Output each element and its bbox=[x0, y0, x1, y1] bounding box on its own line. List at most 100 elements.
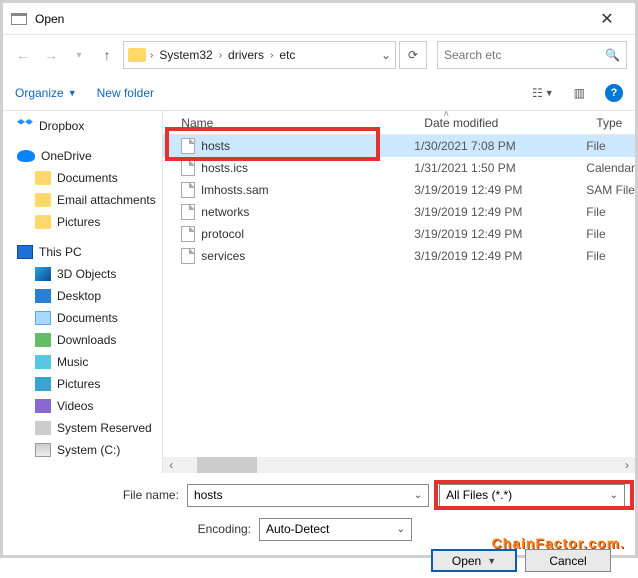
file-name: protocol bbox=[201, 227, 414, 241]
pc-icon bbox=[17, 245, 33, 259]
scroll-right-icon[interactable]: › bbox=[619, 458, 635, 472]
crumb-etc[interactable]: etc bbox=[277, 48, 297, 62]
tree-3d-objects[interactable]: 3D Objects bbox=[3, 263, 162, 285]
app-icon bbox=[11, 13, 27, 25]
drive-icon bbox=[35, 443, 51, 457]
close-button[interactable]: ✕ bbox=[587, 9, 627, 29]
col-name[interactable]: Name bbox=[163, 116, 416, 130]
recent-dropdown[interactable]: ▾ bbox=[67, 43, 91, 67]
file-name: hosts bbox=[201, 139, 414, 153]
file-name: networks bbox=[201, 205, 414, 219]
file-icon bbox=[181, 204, 195, 220]
crumb-system32[interactable]: System32 bbox=[157, 48, 214, 62]
file-rows: hosts1/30/2021 7:08 PMFilehosts.ics1/31/… bbox=[163, 135, 635, 267]
breadcrumb[interactable]: › System32 › drivers › etc ⌄ bbox=[123, 41, 396, 69]
tree-onedrive[interactable]: OneDrive bbox=[3, 145, 162, 167]
tree-dropbox[interactable]: Dropbox bbox=[3, 115, 162, 137]
back-button[interactable]: ← bbox=[11, 43, 35, 67]
preview-pane-button[interactable]: ▥ bbox=[574, 86, 585, 100]
open-button[interactable]: Open▼ bbox=[431, 549, 517, 572]
file-row[interactable]: services3/19/2019 12:49 PMFile bbox=[163, 245, 635, 267]
tree-system-c[interactable]: System (C:) bbox=[3, 439, 162, 461]
filter-value: All Files (*.*) bbox=[446, 488, 609, 502]
file-icon bbox=[181, 248, 195, 264]
file-row[interactable]: networks3/19/2019 12:49 PMFile bbox=[163, 201, 635, 223]
toolbar: Organize ▼ New folder ☷▼ ▥ ? bbox=[3, 75, 635, 111]
file-type: File bbox=[586, 227, 605, 241]
chevron-down-icon[interactable]: ⌄ bbox=[414, 490, 422, 501]
tree-desktop[interactable]: Desktop bbox=[3, 285, 162, 307]
tree-od-documents[interactable]: Documents bbox=[3, 167, 162, 189]
file-icon bbox=[181, 226, 195, 242]
scroll-thumb[interactable] bbox=[197, 457, 257, 473]
file-type-filter[interactable]: All Files (*.*) ⌄ bbox=[439, 484, 625, 507]
col-date[interactable]: Date modified bbox=[416, 116, 588, 130]
desktop-icon bbox=[35, 289, 51, 303]
onedrive-icon bbox=[17, 150, 35, 162]
chevron-icon[interactable]: › bbox=[219, 50, 222, 61]
file-date: 3/19/2019 12:49 PM bbox=[414, 205, 586, 219]
music-icon bbox=[35, 355, 51, 369]
tree-documents[interactable]: Documents bbox=[3, 307, 162, 329]
file-date: 3/19/2019 12:49 PM bbox=[414, 227, 586, 241]
tree-downloads[interactable]: Downloads bbox=[3, 329, 162, 351]
file-name: services bbox=[201, 249, 414, 263]
tree-pictures[interactable]: Pictures bbox=[3, 373, 162, 395]
help-button[interactable]: ? bbox=[605, 84, 623, 102]
column-headers[interactable]: ˄ Name Date modified Type bbox=[163, 111, 635, 135]
dropbox-icon bbox=[17, 119, 33, 133]
new-folder-button[interactable]: New folder bbox=[97, 86, 154, 100]
scroll-left-icon[interactable]: ‹ bbox=[163, 458, 179, 472]
up-button[interactable]: ↑ bbox=[95, 43, 119, 67]
chevron-icon[interactable]: › bbox=[270, 50, 273, 61]
file-icon bbox=[181, 138, 195, 154]
drive-icon bbox=[35, 421, 51, 435]
file-type: Calendar bbox=[586, 161, 635, 175]
file-row[interactable]: hosts.ics1/31/2021 1:50 PMCalendar bbox=[163, 157, 635, 179]
search-box[interactable]: 🔍 bbox=[437, 41, 627, 69]
encoding-value: Auto-Detect bbox=[266, 522, 397, 536]
filename-input[interactable] bbox=[194, 488, 414, 502]
chevron-down-icon[interactable]: ⌄ bbox=[397, 524, 405, 535]
path-dropdown[interactable]: ⌄ bbox=[381, 48, 391, 62]
sort-indicator-icon: ˄ bbox=[443, 109, 449, 120]
documents-icon bbox=[35, 311, 51, 325]
file-row[interactable]: protocol3/19/2019 12:49 PMFile bbox=[163, 223, 635, 245]
file-row[interactable]: lmhosts.sam3/19/2019 12:49 PMSAM File bbox=[163, 179, 635, 201]
videos-icon bbox=[35, 399, 51, 413]
main-pane: Dropbox OneDrive Documents Email attachm… bbox=[3, 111, 635, 473]
encoding-combo[interactable]: Auto-Detect ⌄ bbox=[259, 518, 412, 541]
chevron-down-icon[interactable]: ⌄ bbox=[610, 490, 618, 501]
organize-menu[interactable]: Organize ▼ bbox=[15, 86, 77, 100]
folder-icon bbox=[128, 48, 146, 62]
tree-system-reserved[interactable]: System Reserved bbox=[3, 417, 162, 439]
file-row[interactable]: hosts1/30/2021 7:08 PMFile bbox=[163, 135, 635, 157]
watermark: ChainFactor.com. bbox=[492, 535, 625, 551]
chevron-icon[interactable]: › bbox=[150, 50, 153, 61]
tree-od-email[interactable]: Email attachments bbox=[3, 189, 162, 211]
window-title: Open bbox=[35, 12, 587, 26]
downloads-icon bbox=[35, 333, 51, 347]
tree-this-pc[interactable]: This PC bbox=[3, 241, 162, 263]
file-date: 1/31/2021 1:50 PM bbox=[414, 161, 586, 175]
folder-icon bbox=[35, 193, 51, 207]
nav-tree[interactable]: Dropbox OneDrive Documents Email attachm… bbox=[3, 111, 163, 473]
crumb-drivers[interactable]: drivers bbox=[226, 48, 266, 62]
encoding-label: Encoding: bbox=[13, 522, 259, 536]
refresh-button[interactable]: ⟳ bbox=[399, 41, 427, 69]
tree-od-pictures[interactable]: Pictures bbox=[3, 211, 162, 233]
search-icon[interactable]: 🔍 bbox=[605, 48, 620, 62]
tree-videos[interactable]: Videos bbox=[3, 395, 162, 417]
forward-button[interactable]: → bbox=[39, 43, 63, 67]
file-name: lmhosts.sam bbox=[201, 183, 414, 197]
view-menu[interactable]: ☷▼ bbox=[532, 86, 554, 100]
horizontal-scrollbar[interactable]: ‹ › bbox=[163, 457, 635, 473]
file-type: File bbox=[586, 205, 605, 219]
cancel-button[interactable]: Cancel bbox=[525, 549, 611, 572]
filename-combo[interactable]: ⌄ bbox=[187, 484, 429, 507]
filename-label: File name: bbox=[13, 488, 187, 502]
search-input[interactable] bbox=[444, 48, 605, 62]
file-name: hosts.ics bbox=[201, 161, 414, 175]
tree-music[interactable]: Music bbox=[3, 351, 162, 373]
col-type[interactable]: Type bbox=[588, 116, 635, 130]
